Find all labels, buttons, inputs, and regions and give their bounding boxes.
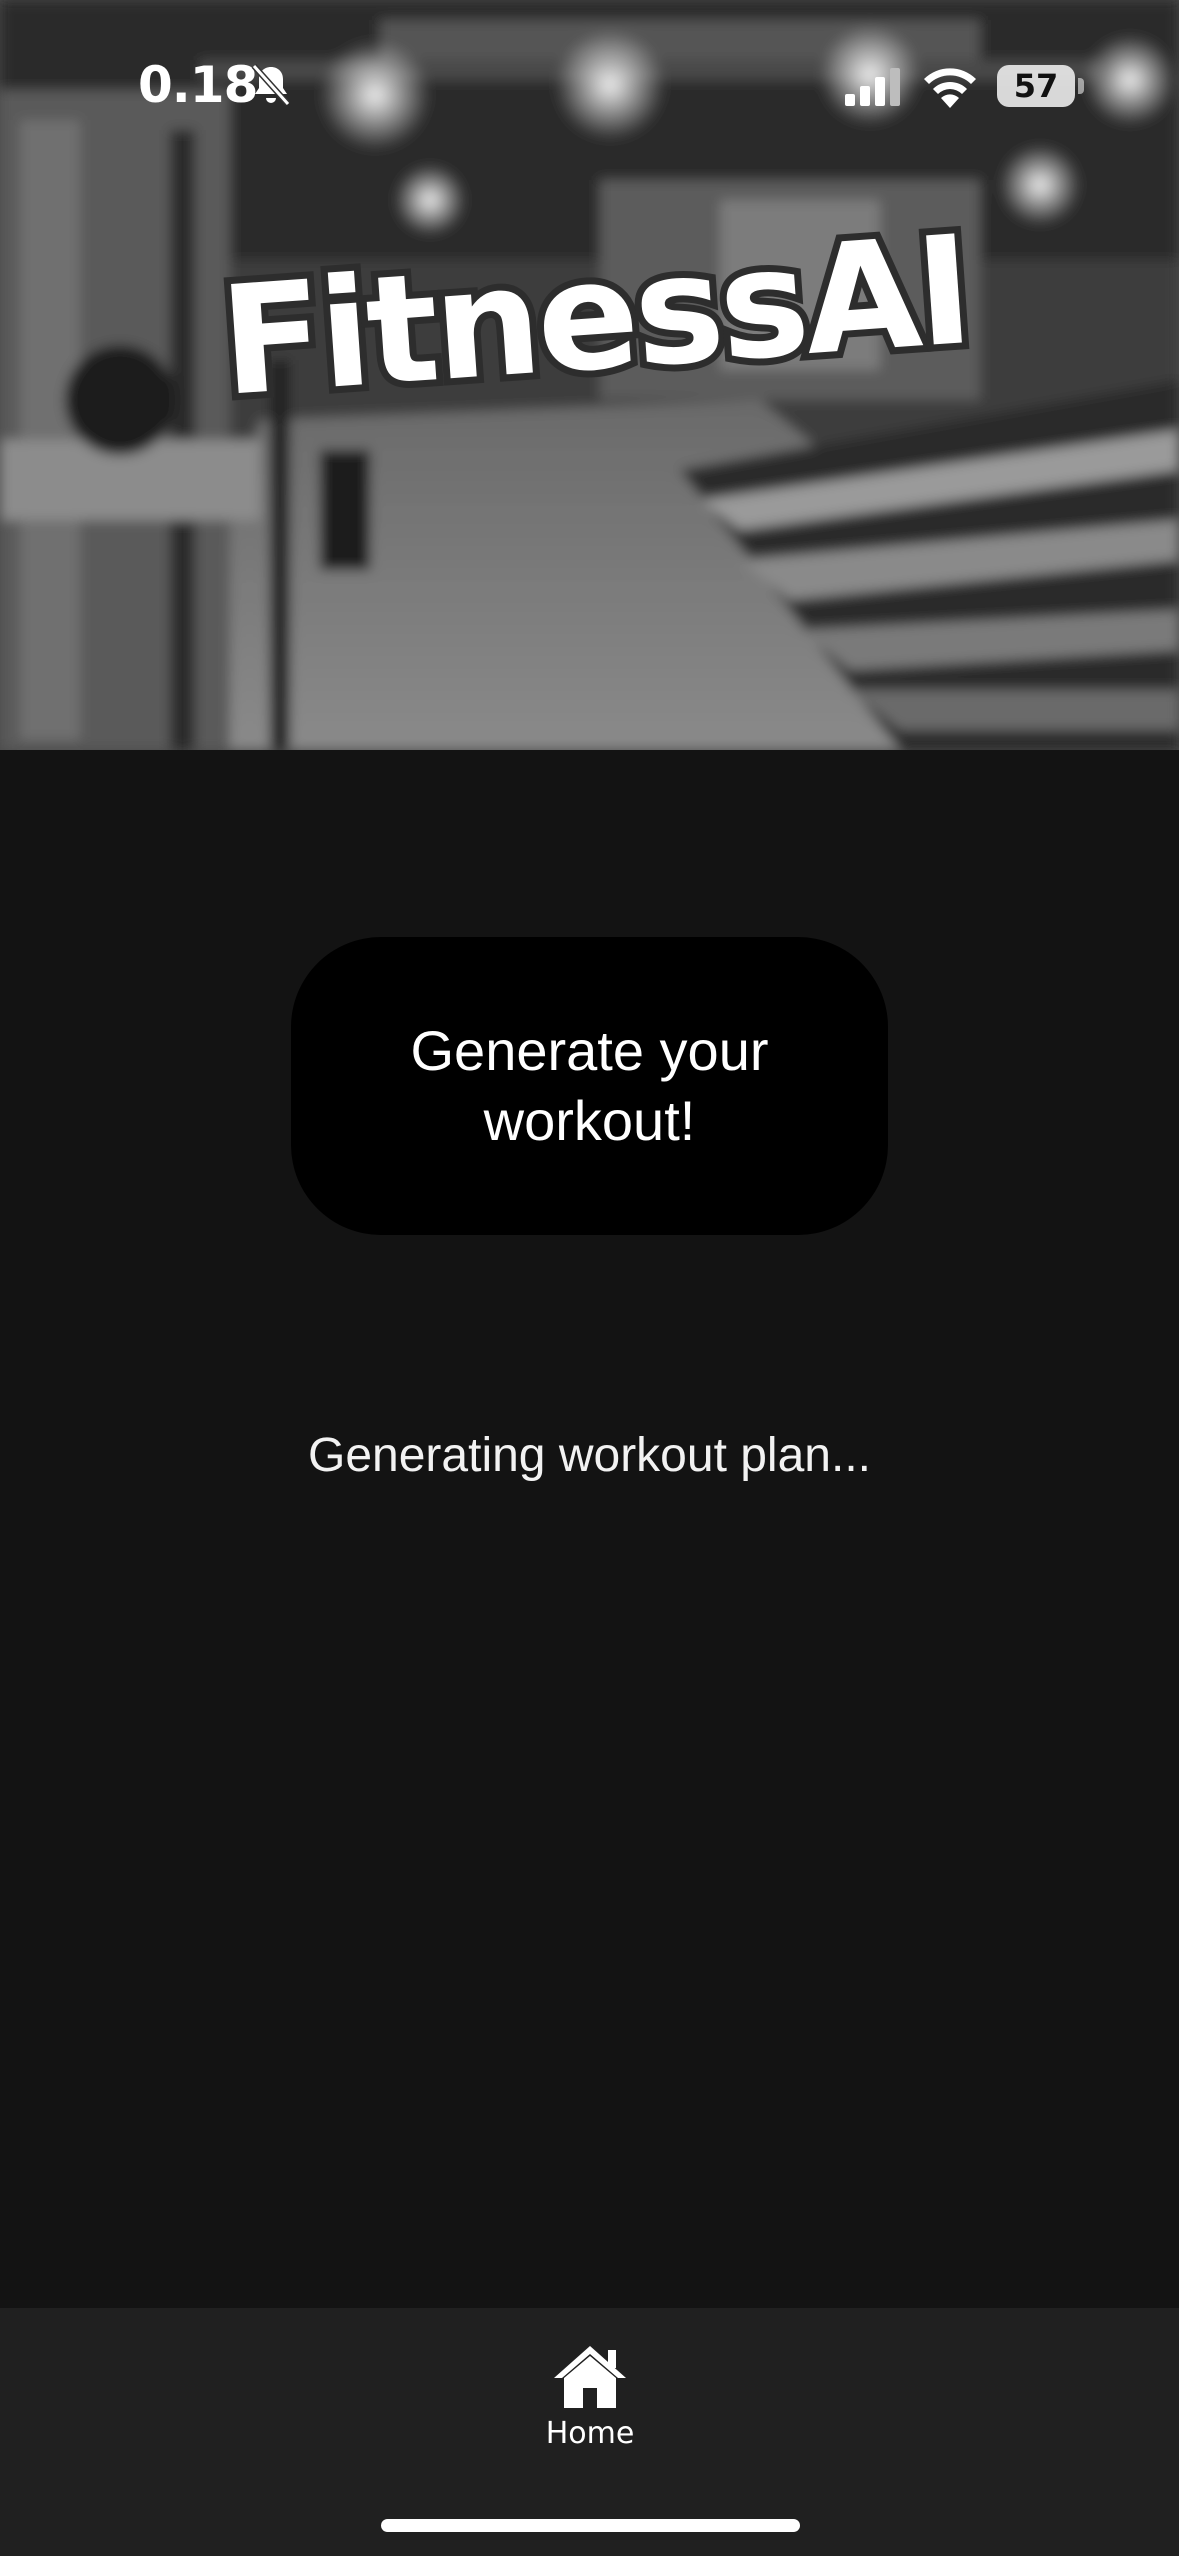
wifi-icon xyxy=(924,68,976,108)
status-bar: 0.18 57 xyxy=(0,0,1179,170)
generating-status-text: Generating workout plan... xyxy=(308,1429,871,1482)
generate-workout-button[interactable]: Generate your workout! xyxy=(291,937,888,1235)
status-time: 0.18 xyxy=(138,56,258,114)
home-indicator[interactable] xyxy=(381,2519,800,2532)
battery-level: 57 xyxy=(1013,67,1059,105)
battery-cap xyxy=(1078,78,1084,94)
tab-home[interactable]: Home xyxy=(520,2328,660,2468)
header-banner: FitnessAI 0.18 57 xyxy=(0,0,1179,750)
app-screen: FitnessAI 0.18 57 Generate your workout!… xyxy=(0,0,1179,2556)
bell-muted-icon xyxy=(251,63,291,107)
battery-icon: 57 xyxy=(997,65,1075,107)
generate-workout-button-label: Generate your workout! xyxy=(410,1019,769,1152)
tab-home-label: Home xyxy=(545,2416,635,2451)
home-icon xyxy=(554,2346,626,2408)
fitnessai-logo: FitnessAI xyxy=(208,200,981,437)
cellular-signal-icon xyxy=(845,68,900,106)
logo-text: FitnessAI xyxy=(215,204,974,430)
